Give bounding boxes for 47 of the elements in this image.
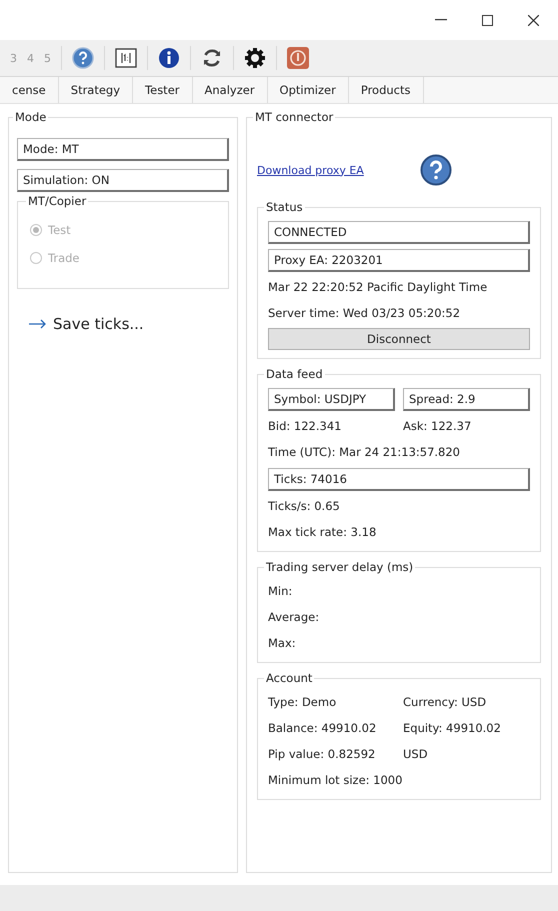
info-text: Bid: 122.341 [268,419,342,433]
status-field: Ticks: 74016 [268,468,530,490]
info-text: Ticks/s: 0.65 [268,499,341,513]
info-text: Time (UTC): Mar 24 21:13:57.820 [268,445,461,459]
info-text: Max: [268,636,297,650]
save-ticks-link[interactable]: Save ticks... [53,315,144,333]
status-field: Mode: MT [17,138,229,161]
info-text: USD [403,747,429,761]
info-text: Ask: 122.37 [403,419,472,433]
radio-label: Test [48,223,71,237]
tab[interactable]: cense [0,77,59,103]
status-field: Proxy EA: 2203201 [268,248,530,272]
maximize-icon[interactable] [482,14,492,26]
tab[interactable]: Products [348,77,424,103]
info-text: Equity: 49910.02 [403,721,502,735]
tab[interactable]: Tester [133,77,192,103]
group-title: Status [265,200,304,214]
status-field: CONNECTED [268,220,530,244]
minimize-icon[interactable] [435,19,447,21]
status-field: Spread: 2.9 [403,388,530,410]
group-title: MT/Copier [27,194,88,208]
info-text: Max tick rate: 3.18 [268,525,378,539]
group-title: Trading server delay (ms) [265,560,414,574]
help-icon[interactable] [420,154,452,186]
info-text: Server time: Wed 03/23 05:20:52 [268,306,462,320]
info-text: Balance: 49910.02 [268,721,378,735]
info-text: Average: [268,610,320,624]
info-text: Minimum lot size: 1000 [268,773,404,787]
status-field: Symbol: USDJPY [268,388,395,410]
disconnect-button[interactable]: Disconnect [268,328,530,350]
panel-title: MT connector [254,110,334,124]
info-text: Type: Demo [268,695,338,709]
panel-title: Mode [14,110,48,124]
arrow-icon [29,319,47,329]
tab[interactable]: Strategy [58,77,134,103]
group-title: Account [265,671,314,685]
group-title: Data feed [265,367,324,381]
tab[interactable]: Analyzer [192,77,268,103]
download-link[interactable]: Download proxy EA [257,164,364,176]
info-text: Currency: USD [403,695,488,709]
info-text: Min: [268,584,294,598]
info-text: Pip value: 0.82592 [268,747,376,761]
radio-label: Trade [48,251,80,265]
tab[interactable]: Optimizer [268,77,349,103]
info-text: Mar 22 22:20:52 Pacific Daylight Time [268,280,488,294]
close-icon[interactable] [528,14,538,26]
status-field: Simulation: ON [17,169,229,192]
